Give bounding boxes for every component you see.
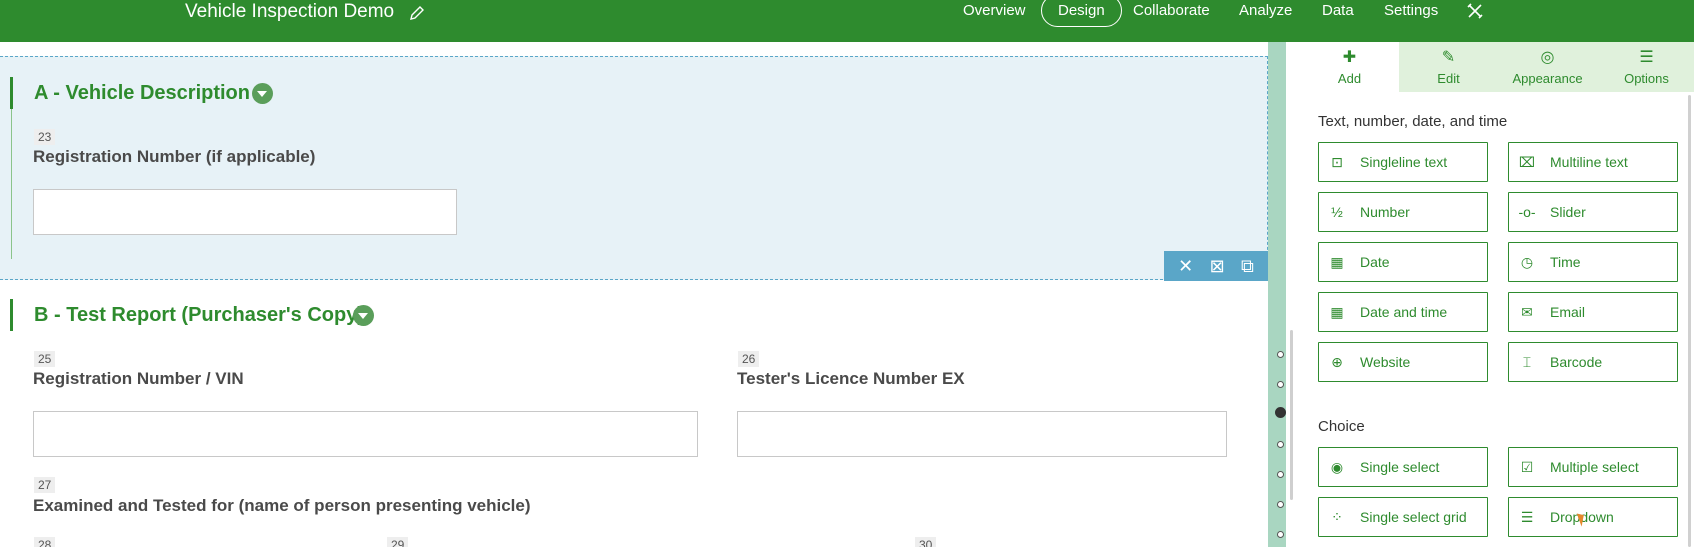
checkbox-icon: ☑ [1520,458,1534,475]
tester-licence-input[interactable] [737,411,1227,457]
palette-icon: ◎ [1540,49,1555,66]
section-actions: ✕ ⊠ ⧉ [1164,251,1268,281]
question-label: Registration Number (if applicable) [33,147,316,166]
section-b-collapse-icon[interactable] [353,305,374,326]
add-date-button[interactable]: ▦ Date [1318,242,1488,282]
tab-edit[interactable]: ✎ Edit [1399,42,1498,92]
tab-add[interactable]: ✚ Add [1300,42,1399,92]
question-label: Tester's Licence Number EX [737,369,965,388]
add-single-select-button[interactable]: ◉ Single select [1318,447,1488,487]
nav-analyze[interactable]: Analyze [1239,2,1292,19]
plus-icon: ✚ [1342,49,1357,66]
calendar-icon: ▦ [1330,253,1344,270]
panel-tabs: ✚ Add ✎ Edit ◎ Appearance ☰ Options [1300,42,1694,92]
question-number: 25 [34,351,56,367]
add-website-button[interactable]: ⊕ Website [1318,342,1488,382]
add-slider-button[interactable]: -o- Slider [1508,192,1678,232]
page-dot[interactable] [1277,471,1284,478]
section-a-title: A - Vehicle Description [34,82,250,104]
tools-icon[interactable] [1466,2,1484,20]
add-barcode-button[interactable]: ⌶ Barcode [1508,342,1678,382]
page-dot[interactable] [1277,501,1284,508]
section-a-line [11,109,12,259]
group-heading-text: Text, number, date, and time [1318,113,1508,130]
grid-icon: ⁘ [1331,508,1343,525]
envelope-icon: ✉ [1521,303,1533,320]
section-b-title: B - Test Report (Purchaser's Copy) [34,304,364,326]
sliders-icon: ☰ [1639,49,1654,66]
add-date-and-time-button[interactable]: ▦ Date and time [1318,292,1488,332]
question-number: 29 [387,537,409,547]
question-number: 27 [34,477,56,493]
nav-design[interactable]: Design [1041,0,1122,27]
add-dropdown-button[interactable]: ☰ Dropdown [1508,497,1678,537]
panel-scrollbar[interactable] [1688,95,1691,547]
add-singleline-text-button[interactable]: ⊡ Singleline text [1318,142,1488,182]
nav-overview[interactable]: Overview [963,2,1026,19]
scrollbar-thumb[interactable] [1290,330,1293,500]
clock-icon: ◷ [1520,253,1534,270]
globe-icon: ⊕ [1331,353,1343,370]
page-dot-active[interactable] [1275,407,1286,418]
edit-title-pencil-icon[interactable] [408,4,426,22]
calendar-clock-icon: ▦ [1330,303,1344,320]
group-heading-choice: Choice [1318,418,1365,435]
add-number-button[interactable]: ½ Number [1318,192,1488,232]
nav-data[interactable]: Data [1322,2,1354,19]
multiline-text-icon: ⌧ [1518,153,1536,170]
section-b-bar [10,299,13,331]
top-bar: Vehicle Inspection Demo Overview Design … [0,0,1694,42]
tab-appearance[interactable]: ◎ Appearance [1498,42,1597,92]
nav-collaborate[interactable]: Collaborate [1133,2,1210,19]
add-time-button[interactable]: ◷ Time [1508,242,1678,282]
question-number: 23 [34,129,56,145]
singleline-text-icon: ⊡ [1331,153,1343,170]
question-number: 30 [915,537,937,547]
page-dot[interactable] [1277,381,1284,388]
add-panel: ✚ Add ✎ Edit ◎ Appearance ☰ Options Text… [1300,42,1694,547]
section-a-bar [10,77,13,109]
add-multiline-text-button[interactable]: ⌧ Multiline text [1508,142,1678,182]
page-dot[interactable] [1277,531,1284,538]
form-canvas: A - Vehicle Description 23 Registration … [0,42,1268,547]
tab-options[interactable]: ☰ Options [1597,42,1694,92]
delete-field-icon[interactable]: ⊠ [1210,257,1225,275]
page-dot[interactable] [1277,351,1284,358]
barcode-icon: ⌶ [1522,353,1532,370]
nav-settings[interactable]: Settings [1384,2,1438,19]
number-icon: ½ [1331,204,1343,220]
question-label: Examined and Tested for (name of person … [33,496,531,515]
registration-vin-input[interactable] [33,411,698,457]
radio-icon: ◉ [1330,458,1344,475]
registration-number-input[interactable] [33,189,457,235]
question-number: 28 [34,537,56,547]
app-title: Vehicle Inspection Demo [185,1,395,22]
add-multiple-select-button[interactable]: ☑ Multiple select [1508,447,1678,487]
question-number: 26 [738,351,760,367]
pencil-icon: ✎ [1441,49,1456,66]
question-label: Registration Number / VIN [33,369,244,388]
dropdown-icon: ☰ [1520,508,1534,525]
close-icon[interactable]: ✕ [1178,257,1193,275]
page-dot[interactable] [1277,441,1284,448]
slider-icon: -o- [1518,204,1536,220]
add-single-select-grid-button[interactable]: ⁘ Single select grid [1318,497,1488,537]
section-a-collapse-icon[interactable] [252,83,273,104]
add-email-button[interactable]: ✉ Email [1508,292,1678,332]
copy-icon[interactable]: ⧉ [1241,257,1254,275]
